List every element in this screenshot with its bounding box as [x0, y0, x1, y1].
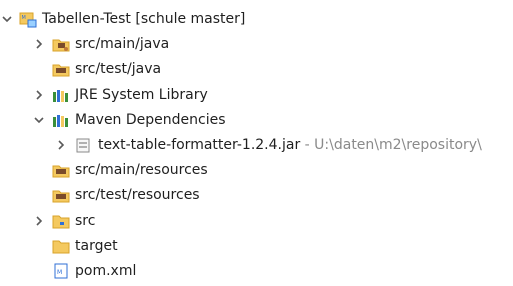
folder-icon [52, 237, 70, 255]
maven-project-icon: M [19, 10, 37, 28]
library-icon [52, 111, 70, 129]
tree-row-src-main-resources[interactable]: src/main/resources [0, 159, 513, 184]
source-folder-icon [52, 186, 70, 204]
svg-text:M: M [57, 269, 62, 276]
tree-row-label: src/main/java [75, 36, 170, 53]
source-folder-icon [52, 161, 70, 179]
chevron-right-icon[interactable] [34, 213, 44, 229]
tree-row-label: pom.xml [75, 262, 137, 279]
tree-row-maven-dependencies[interactable]: Maven Dependencies [0, 109, 513, 134]
chevron-right-icon[interactable] [34, 87, 44, 103]
tree-row-label: src [75, 212, 96, 229]
pom-file-icon: M [52, 262, 70, 280]
chevron-right-icon[interactable] [56, 137, 66, 153]
project-explorer-tree: M Tabellen-Test [schule master] src/main… [0, 8, 513, 285]
tree-row-label: JRE System Library [75, 86, 208, 103]
tree-row-label: src/test/java [75, 61, 162, 78]
tree-row-label: Tabellen-Test [schule master] [42, 11, 246, 27]
tree-row-target[interactable]: target [0, 235, 513, 260]
jar-icon [74, 136, 92, 154]
chevron-down-icon[interactable] [34, 112, 44, 128]
svg-text:M: M [22, 15, 26, 21]
tree-row-src[interactable]: src [0, 210, 513, 235]
chevron-down-icon[interactable] [2, 11, 12, 27]
tree-row-label: src/test/resources [75, 187, 200, 204]
tree-row-src-main-java[interactable]: src/main/java [0, 33, 513, 58]
tree-row-label: Maven Dependencies [75, 111, 226, 128]
source-folder-icon [52, 35, 70, 53]
tree-row-jar[interactable]: text-table-formatter-1.2.4.jar - U:\date… [0, 134, 513, 159]
tree-row-src-test-java[interactable]: src/test/java [0, 58, 513, 83]
tree-row-label: target [75, 237, 118, 254]
tree-row-src-test-resources[interactable]: src/test/resources [0, 184, 513, 209]
library-icon [52, 86, 70, 104]
tree-row-pom-xml[interactable]: M pom.xml [0, 260, 513, 285]
folder-icon [52, 212, 70, 230]
chevron-right-icon[interactable] [34, 36, 44, 52]
tree-row-label: src/main/resources [75, 162, 208, 179]
source-folder-icon [52, 60, 70, 78]
tree-row-project[interactable]: M Tabellen-Test [schule master] [0, 8, 513, 33]
tree-row-label: text-table-formatter-1.2.4.jar - U:\date… [98, 136, 482, 154]
jar-path-decoration: - U:\daten\m2\repository\ [300, 136, 482, 153]
jar-name: text-table-formatter-1.2.4.jar [98, 136, 301, 153]
tree-row-jre-system-library[interactable]: JRE System Library [0, 84, 513, 109]
